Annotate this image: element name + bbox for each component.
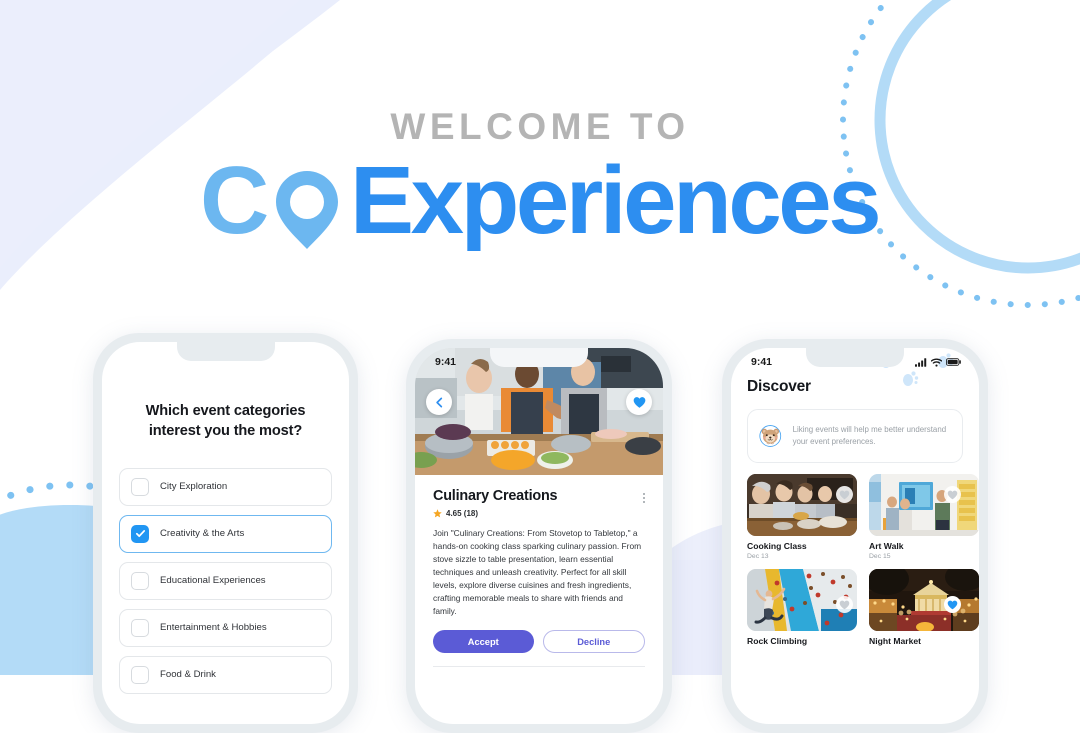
event-thumbnail xyxy=(869,569,979,631)
status-icons xyxy=(915,357,961,367)
event-name: Rock Climbing xyxy=(747,636,808,646)
event-date: Dec 15 xyxy=(869,553,891,560)
phone-mockup-discover: 9:41 Discover Liking events will help me… xyxy=(722,339,988,733)
event-name: Art Walk xyxy=(869,541,904,551)
like-button-rock-climbing[interactable] xyxy=(836,596,853,613)
map-pin-icon xyxy=(276,171,338,249)
cellular-signal-icon xyxy=(915,357,927,367)
checkbox-creativity-and-the-arts[interactable] xyxy=(131,524,149,543)
event-name: Cooking Class xyxy=(747,541,807,551)
event-thumbnail xyxy=(869,474,979,536)
svg-text:Experiences: Experiences xyxy=(350,159,878,251)
category-label: Entertainment & Hobbies xyxy=(160,622,267,634)
event-date: Dec 13 xyxy=(747,553,769,560)
event-grid: Cooking Class Dec 13 Art Walk Dec 15 Roc… xyxy=(747,353,979,648)
category-option-entertainment-and-hobbies[interactable]: Entertainment & Hobbies xyxy=(119,608,332,647)
page-header: WELCOME TO C Experiences xyxy=(0,0,1080,251)
heart-icon xyxy=(839,490,850,499)
category-option-creativity-and-the-arts[interactable]: Creativity & the Arts xyxy=(119,514,332,553)
phone3-screen: 9:41 Discover Liking events will help me… xyxy=(731,348,979,724)
phone2-notch xyxy=(490,348,588,367)
category-label: Creativity & the Arts xyxy=(160,528,245,540)
heart-icon xyxy=(947,600,958,609)
heart-icon xyxy=(839,600,850,609)
event-name: Night Market xyxy=(869,636,922,646)
event-detail-body: Culinary Creations 4.65 (18) Join "Culin… xyxy=(415,475,663,668)
mascot-tip-banner: Liking events will help me better unders… xyxy=(747,409,963,463)
art-walk-photo xyxy=(869,474,979,536)
cooking-class-photo xyxy=(747,474,857,536)
status-time: 9:41 xyxy=(435,356,457,368)
event-title-row: Culinary Creations xyxy=(433,488,645,504)
banner-message: Liking events will help me better unders… xyxy=(792,425,947,446)
kebab-menu-icon[interactable] xyxy=(643,488,645,503)
event-card-night-market[interactable]: Night Market xyxy=(869,569,979,648)
category-label: City Exploration xyxy=(160,481,228,493)
category-option-city-exploration[interactable]: City Exploration xyxy=(119,467,332,506)
page-title: Which event categories interest you the m… xyxy=(145,403,306,439)
chevron-left-icon xyxy=(435,397,442,407)
decline-button[interactable]: Decline xyxy=(542,630,645,654)
heart-icon xyxy=(947,490,958,499)
event-title: Culinary Creations xyxy=(433,488,558,504)
like-button-night-market[interactable] xyxy=(944,596,961,613)
heart-icon xyxy=(633,396,645,408)
checkbox-city-exploration[interactable] xyxy=(131,477,149,496)
status-time: 9:41 xyxy=(751,356,773,368)
divider xyxy=(433,666,645,668)
phone3-notch xyxy=(806,348,904,367)
logo: C Experiences xyxy=(0,159,1080,251)
phone1-screen: Which event categories interest you the m… xyxy=(102,342,349,724)
phone-mockup-event-detail: 9:41 Culinary Creations 4.65 (18) Join "… xyxy=(406,339,672,733)
category-list: City Exploration Creativity & the Arts E… xyxy=(119,467,332,694)
category-selection-screen: Which event categories interest you the m… xyxy=(102,342,349,694)
event-actions: Accept Decline xyxy=(433,630,645,654)
phone-mockup-categories: Which event categories interest you the m… xyxy=(93,333,358,733)
like-button[interactable] xyxy=(626,389,652,415)
checkbox-educational-experiences[interactable] xyxy=(131,571,149,590)
like-button-art-walk[interactable] xyxy=(944,486,961,503)
category-label: Educational Experiences xyxy=(160,575,266,587)
like-button-cooking-class[interactable] xyxy=(836,486,853,503)
event-hero-image: 9:41 xyxy=(415,348,663,475)
page-title: Discover xyxy=(747,378,811,395)
event-thumbnail xyxy=(747,474,857,536)
battery-icon xyxy=(946,358,961,366)
night-market-photo xyxy=(869,569,979,631)
checkbox-entertainment-and-hobbies[interactable] xyxy=(131,618,149,637)
accept-button[interactable]: Accept xyxy=(433,630,534,654)
event-card-art-walk[interactable]: Art Walk Dec 15 xyxy=(869,474,979,560)
wifi-icon xyxy=(931,358,942,367)
event-description: Join "Culinary Creations: From Stovetop … xyxy=(433,528,642,617)
back-button[interactable] xyxy=(426,389,452,415)
bear-mascot-avatar xyxy=(759,425,782,447)
coexperiences-logo: C Experiences xyxy=(200,159,880,251)
star-icon xyxy=(433,509,442,518)
phone1-notch xyxy=(176,342,275,361)
welcome-text: WELCOME TO xyxy=(390,106,690,147)
svg-text:C: C xyxy=(200,159,267,251)
category-option-educational-experiences[interactable]: Educational Experiences xyxy=(119,561,332,600)
check-icon xyxy=(135,530,145,538)
rating-row: 4.65 (18) xyxy=(433,509,645,518)
discover-screen: Discover Liking events will help me bett… xyxy=(731,348,979,648)
phone2-screen: 9:41 Culinary Creations 4.65 (18) Join "… xyxy=(415,348,663,724)
rating-value: 4.65 (18) xyxy=(446,509,479,518)
